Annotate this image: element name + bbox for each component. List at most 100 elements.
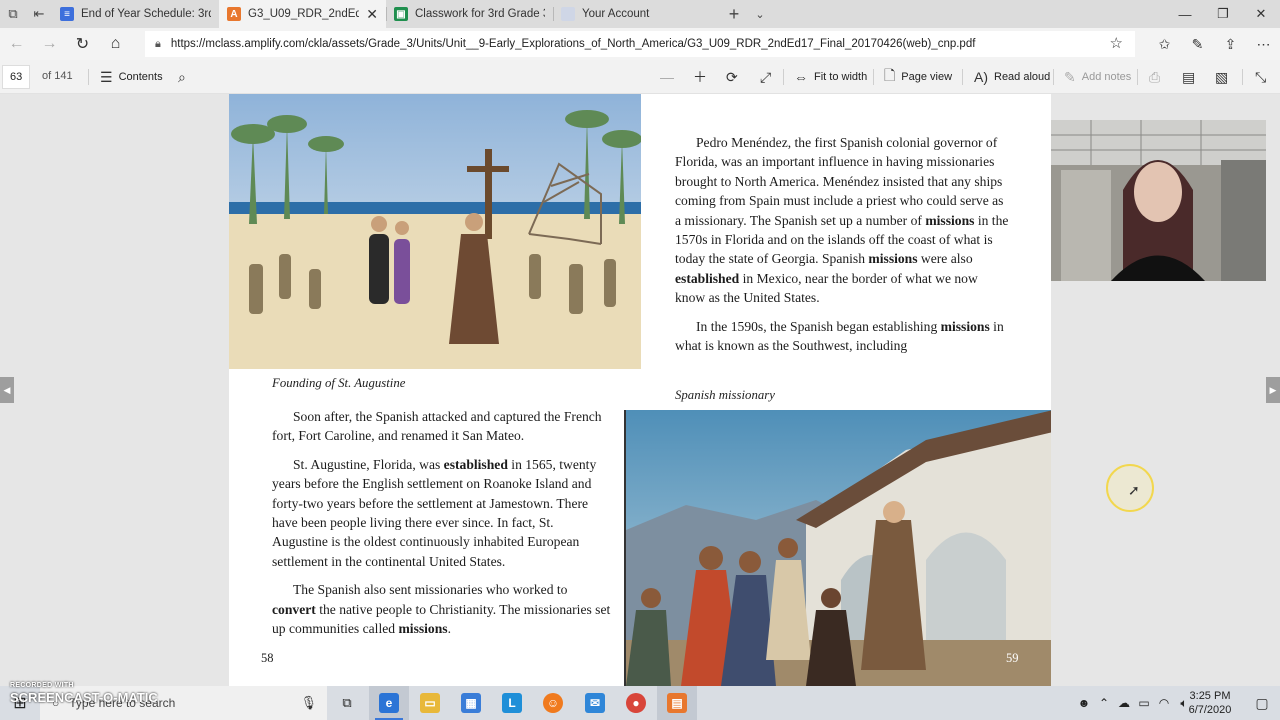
favorites-icon[interactable]: ✩ xyxy=(1148,28,1181,60)
close-tab-icon[interactable]: ✕ xyxy=(366,6,378,23)
tab-title: End of Year Schedule: 3rd G xyxy=(81,8,211,20)
paragraph: St. Augustine, Florida, was established … xyxy=(272,456,597,569)
close-icon[interactable]: ✕ xyxy=(1242,0,1280,28)
date: 6/7/2020 xyxy=(1188,704,1232,716)
paragraph: In the 1590s, the Spanish began establis… xyxy=(675,318,1004,354)
previous-page-arrow-icon[interactable]: ◀ xyxy=(0,377,14,403)
contents-label: Contents xyxy=(118,71,163,83)
classroom-favicon-icon: ▣ xyxy=(394,7,408,21)
pen-icon: ✎ xyxy=(1064,68,1076,85)
home-icon[interactable]: ⌂ xyxy=(99,28,132,60)
file-explorer-icon[interactable]: ▭ xyxy=(410,686,450,720)
screencast-app-icon[interactable]: ▤ xyxy=(657,686,697,720)
tab-classwork[interactable]: ▣ Classwork for 3rd Grade 3A xyxy=(386,0,553,28)
read-aloud-label: Read aloud xyxy=(994,71,1051,83)
pen-icon[interactable]: ✎ xyxy=(1181,28,1214,60)
vocabulary-word: established xyxy=(675,270,740,286)
divider xyxy=(962,69,963,85)
fullscreen-button[interactable]: ⤢ xyxy=(760,60,771,94)
wifi-icon[interactable]: ◠ xyxy=(1154,696,1174,710)
tab-reader-pdf[interactable]: A G3_U09_RDR_2ndEd17_ ✕ xyxy=(219,0,386,28)
account-favicon-icon xyxy=(561,7,575,21)
microphone-icon[interactable]: 🎙︎ xyxy=(300,695,317,711)
paragraph: The Spanish also sent missionaries who w… xyxy=(272,582,611,637)
battery-icon[interactable]: ▭ xyxy=(1134,696,1154,710)
page-view-button[interactable]: 🗋︎ Page view xyxy=(884,60,952,94)
new-tab-button[interactable]: + xyxy=(720,0,748,28)
tab-title: Classwork for 3rd Grade 3A xyxy=(415,8,545,20)
next-page-arrow-icon[interactable]: ▶ xyxy=(1266,377,1280,403)
chrome-icon[interactable]: ● xyxy=(616,686,656,720)
add-notes-label: Add notes xyxy=(1081,71,1132,83)
store-icon[interactable]: ▦ xyxy=(451,686,491,720)
watermark-big: SCREENCAST-O-MATIC xyxy=(10,690,158,705)
divider xyxy=(783,69,784,85)
search-button[interactable]: ⌕ xyxy=(178,60,186,94)
print-button[interactable]: ⎙ xyxy=(1149,60,1160,94)
tab-title: G3_U09_RDR_2ndEd17_ xyxy=(248,8,360,20)
pin-icon: ⤡ xyxy=(1255,68,1267,85)
list-icon: ☰ xyxy=(100,68,113,85)
time: 3:25 PM xyxy=(1189,690,1231,702)
clock[interactable]: 3:25 PM 6/7/2020 xyxy=(1180,689,1240,717)
page-number-left: 58 xyxy=(261,651,274,665)
app-l-icon[interactable]: L xyxy=(492,686,532,720)
page-view-label: Page view xyxy=(901,71,953,83)
watermark-small: RECORDED WITH xyxy=(10,682,74,689)
paragraph-text: Soon after, the Spanish attacked and cap… xyxy=(272,409,602,444)
pdf-viewer[interactable]: ◀ ▶ Founding of St. Augustine Soon after… xyxy=(0,94,1280,686)
webcam-overlay xyxy=(1051,120,1266,281)
vocabulary-word: convert xyxy=(272,601,316,617)
page-count: of 141 xyxy=(42,70,73,82)
more-icon[interactable]: ⋯ xyxy=(1247,28,1280,60)
save-button[interactable]: ▤ xyxy=(1182,60,1195,94)
mail-icon[interactable]: ✉ xyxy=(575,686,615,720)
onedrive-cloud-icon[interactable]: ☁ xyxy=(1114,696,1134,710)
page-number-input[interactable]: 63 xyxy=(2,65,30,89)
share-icon[interactable]: ⇪ xyxy=(1214,28,1247,60)
tab-title: Your Account xyxy=(582,8,650,20)
set-aside-tabs-icon[interactable]: ⇤ xyxy=(26,0,52,28)
back-arrow-icon[interactable]: ← xyxy=(0,28,33,60)
right-page-body: Pedro Menéndez, the first Spanish coloni… xyxy=(675,133,1011,364)
minimize-icon[interactable]: — xyxy=(1166,0,1204,28)
divider xyxy=(873,69,874,85)
favorite-star-icon[interactable]: ☆ xyxy=(1110,34,1123,52)
tab-list-chevron-down-icon[interactable]: ⌄ xyxy=(748,0,772,28)
expand-icon: ⤢ xyxy=(760,68,772,85)
paragraph: Soon after, the Spanish attacked and cap… xyxy=(272,407,612,446)
vocabulary-word: missions xyxy=(868,251,918,267)
task-view-icon[interactable]: ⧉ xyxy=(327,686,367,720)
restore-icon[interactable]: ❐ xyxy=(1204,0,1242,28)
refresh-icon[interactable]: ↻ xyxy=(66,28,99,60)
contents-button[interactable]: ☰ Contents xyxy=(100,60,163,94)
vocabulary-word: missions xyxy=(398,621,448,637)
page-icon: 🗋︎ xyxy=(884,67,896,83)
illustration-caption: Founding of St. Augustine xyxy=(272,376,406,390)
pin-toolbar-button[interactable]: ⤡ xyxy=(1255,60,1266,94)
tab-actions-icon[interactable]: ⧉ xyxy=(0,0,26,28)
save-icon: ▤ xyxy=(1182,68,1196,85)
show-hidden-icons-chevron-up-icon[interactable]: ⌃ xyxy=(1094,696,1114,710)
tab-your-account[interactable]: Your Account xyxy=(553,0,720,28)
rotate-button[interactable]: ⟳ xyxy=(726,60,738,94)
plus-icon: ＋ xyxy=(693,69,707,85)
people-icon[interactable]: ☻ xyxy=(1074,696,1094,710)
read-aloud-button[interactable]: A) Read aloud xyxy=(974,60,1050,94)
zoom-out-button[interactable]: — xyxy=(660,60,674,94)
zoom-in-button[interactable]: ＋ xyxy=(693,60,707,94)
tab-end-of-year-schedule[interactable]: ≡ End of Year Schedule: 3rd G xyxy=(52,0,219,28)
fit-to-width-button[interactable]: ⇔ Fit to width xyxy=(794,60,867,94)
notifications-icon[interactable]: ▢ xyxy=(1244,686,1280,720)
page-number-right: 59 xyxy=(1006,651,1019,665)
url-field[interactable]: 🔒︎ https://mclass.amplify.com/ckla/asset… xyxy=(145,31,1135,57)
divider xyxy=(88,69,89,85)
read-aloud-icon: A) xyxy=(974,69,988,85)
save-as-button[interactable]: ▧ xyxy=(1215,60,1228,94)
fit-width-icon: ⇔ xyxy=(794,69,808,85)
edge-browser-icon[interactable]: e xyxy=(369,686,409,720)
forward-arrow-icon[interactable]: → xyxy=(33,28,66,60)
add-notes-button[interactable]: ✎ Add notes xyxy=(1064,60,1131,94)
vocabulary-word: missions xyxy=(925,212,975,228)
app-orange-icon[interactable]: ☺ xyxy=(533,686,573,720)
